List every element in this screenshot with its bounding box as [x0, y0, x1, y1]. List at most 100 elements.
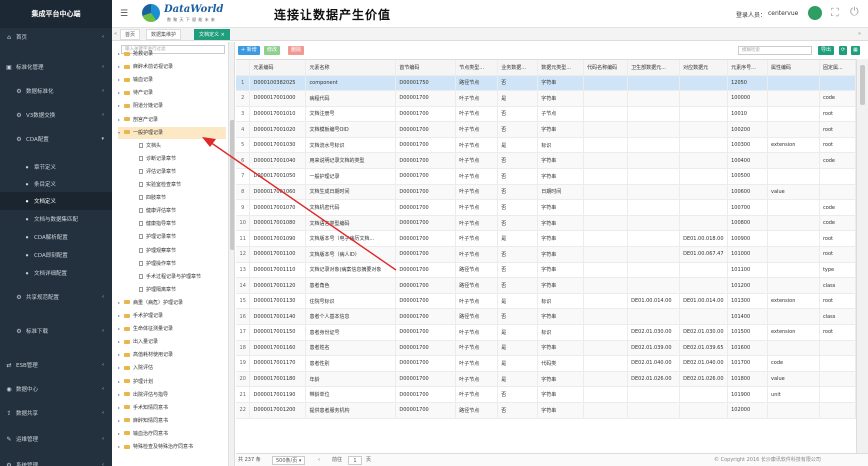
tab-prev-icon[interactable]: « — [114, 31, 117, 37]
sidebar-item-3[interactable]: ⚙ V3数据交换 ‹ — [0, 106, 112, 124]
table-row[interactable]: 4 D000017001020 文档模板编号OID D00001700 叶子节点否字符串… — [236, 121, 856, 138]
table-row[interactable]: 15 D000017001130 住院号标识 D00001700 叶子节点是标识 DE01… — [236, 293, 856, 310]
sidebar-item-7[interactable]: ● 文档定义 — [0, 192, 112, 210]
sidebar-item-14[interactable]: ⇄ ESB管理 ‹ — [0, 356, 112, 374]
column-header[interactable] — [236, 60, 251, 76]
table-row[interactable]: 12 D000017001100 文档版本号（病人ID） D00001700 叶子节点否… — [236, 246, 856, 263]
tree-node[interactable]: ▸ 输血记录 — [118, 74, 226, 86]
table-row[interactable]: 8 D000017001060 文档生成日期时间 D00001700 叶子节点否日期时间… — [236, 184, 856, 201]
menu-toggle-icon[interactable]: ☰ — [120, 9, 128, 19]
table-row[interactable]: 20 D000017001180 年龄 D00001700 叶子节点是字符串 DE02.0… — [236, 371, 856, 388]
prev-page-icon[interactable]: ‹ — [318, 454, 320, 466]
add-button[interactable]: + 新增 — [238, 46, 260, 55]
sidebar-item-18[interactable]: ⚙ 系统管理 ‹ — [0, 456, 112, 466]
tab-close-icon[interactable]: × — [221, 32, 225, 38]
tree-node[interactable]: ▸ 阴道分娩记录 — [118, 100, 226, 112]
page-size-select[interactable]: 500条/页 ▾ — [272, 456, 306, 465]
tree-node[interactable]: ▸ 护理计划 — [118, 376, 226, 388]
column-header[interactable]: 代码名称编码 — [583, 60, 629, 76]
tree-node[interactable]: 实验室检查章节 — [139, 179, 226, 191]
page-input[interactable]: 1 — [348, 456, 362, 465]
tree-node[interactable]: ▸ 出入量记录 — [118, 336, 226, 348]
table-row[interactable]: 11 D000017001090 文档版本号（电子病历文档... D00001700 叶… — [236, 230, 856, 248]
sidebar-item-15[interactable]: ◉ 数据中心 ‹ — [0, 380, 112, 398]
column-header[interactable]: 固定属... — [819, 60, 856, 76]
table-row[interactable]: 18 D000017001160 患者姓名 D00001700 叶子节点是字符串 DE02… — [236, 340, 856, 357]
sidebar-item-16[interactable]: ⇪ 数据共享 ‹ — [0, 404, 112, 422]
tree-scroll-thumb[interactable] — [230, 120, 234, 250]
table-row[interactable]: 21 D000017001190 带龄单位 D00001700 叶子节点否字符串 1019… — [236, 386, 856, 403]
tab-document-def[interactable]: 文档定义 × — [194, 29, 230, 40]
sidebar-item-1[interactable]: ▣ 标准化管理 ‹ — [0, 58, 112, 76]
tab-dataset[interactable]: 数据集维护 — [146, 29, 182, 40]
tree-node[interactable]: ▸ 入院评估 — [118, 362, 226, 374]
fullscreen-icon[interactable]: ⛶ — [831, 6, 839, 20]
refresh-button[interactable]: ⟳ — [839, 46, 848, 55]
tree-scrollbar[interactable] — [228, 42, 234, 466]
tree-node[interactable]: 护理记录章节 — [139, 231, 226, 243]
columns-button[interactable]: ▦ — [851, 46, 860, 55]
tree-node[interactable]: ▾ 一般护理记录 — [118, 126, 226, 139]
tree-node[interactable]: 诊断记录章节 — [139, 153, 226, 165]
sidebar-item-6[interactable]: ● 条目定义 — [0, 175, 112, 193]
tree-node[interactable]: 四肢章节 — [139, 192, 226, 204]
tree-node[interactable]: ▸ 特殊检查及特殊治疗同意书 — [118, 441, 226, 453]
grid-scroll-thumb[interactable] — [860, 65, 865, 105]
column-header[interactable]: 首节编码 — [395, 60, 457, 76]
tree-node[interactable]: ▸ 输血治疗同意书 — [118, 428, 226, 440]
tree-node[interactable]: ▸ 出院评估与指导 — [118, 389, 226, 401]
table-row[interactable]: 5 D000017001030 文档流水号标识 D00001700 叶子节点是标识 100… — [236, 137, 856, 154]
tab-next-icon[interactable]: » — [858, 31, 861, 37]
table-row[interactable]: 1 D000100382025 component D00001750 路径节点否字符串… — [236, 75, 856, 92]
table-row[interactable]: 3 D000017001010 文档注册号 D00001700 叶子节点否子节点 1001… — [236, 106, 856, 123]
export-button[interactable]: 导出 — [818, 46, 835, 55]
tree-node[interactable]: 文档头 — [139, 140, 226, 152]
tree-node[interactable]: ▸ 高值耗材使用记录 — [118, 349, 226, 361]
sidebar-item-11[interactable]: ● 文档详细配置 — [0, 264, 112, 282]
tree-node[interactable]: 评估记录章节 — [139, 166, 226, 178]
tree-node[interactable]: ▸ 待产记录 — [118, 87, 226, 99]
table-row[interactable]: 19 D000017001170 患者性别 D00001700 叶子节点是代码类 DE02… — [236, 355, 856, 372]
avatar[interactable] — [808, 6, 822, 20]
grid-scrollbar[interactable] — [856, 59, 868, 454]
edit-button[interactable]: 修改 — [264, 46, 281, 55]
table-row[interactable]: 9 D000017001070 文档机密代码 D00001700 叶子节点否字符串 100… — [236, 199, 856, 216]
tree-node[interactable]: ▸ 生命体征测量记录 — [118, 323, 226, 335]
column-header[interactable]: 元素序号... — [727, 60, 769, 76]
tree-node[interactable]: 护理隔离章节 — [139, 284, 226, 296]
sidebar-item-4[interactable]: ⚙ CDA配置 ▾ — [0, 130, 112, 148]
column-header[interactable]: 元素编码 — [249, 60, 307, 76]
tree-node[interactable]: ▸ 手术护理记录 — [118, 310, 226, 322]
column-header[interactable]: 对应数据元 — [679, 60, 729, 76]
tree-node[interactable]: ▸ 麻醉术前访视记录 — [118, 61, 226, 73]
tree-node[interactable]: ▸ 病重（病危）护理记录 — [118, 297, 226, 309]
tree-node[interactable]: 护理观察章节 — [139, 245, 226, 257]
tree-node[interactable]: ▸ 麻醉知情同意书 — [118, 415, 226, 427]
table-row[interactable]: 13 D000017001110 文档记录对象(病案信息摘要对象 D00001700 路… — [236, 262, 856, 279]
table-row[interactable]: 17 D000017001150 患者身份证号 D00001700 叶子节点是标识 DE0… — [236, 324, 856, 341]
table-row[interactable]: 22 D000017001200 提供患者服务机构 D00001700 路径节点否字符串… — [236, 402, 856, 419]
table-row[interactable]: 7 D000017001050 一般护理记录 D00001700 叶子节点否字符串 100… — [236, 168, 856, 185]
tree-node[interactable]: ▸ 抢救记录 — [118, 48, 226, 60]
column-header[interactable]: 数据元类型... — [537, 60, 585, 76]
sidebar-item-13[interactable]: ⚙ 标准下载 ‹ — [0, 322, 112, 340]
sidebar-item-9[interactable]: ● CDA解析配置 — [0, 228, 112, 246]
sidebar-item-10[interactable]: ● CDA即刻配置 — [0, 246, 112, 264]
sidebar-item-17[interactable]: ✎ 运维管理 ‹ — [0, 430, 112, 448]
table-row[interactable]: 14 D000017001120 患者角色 D00001700 路径节点否字符串 1012… — [236, 277, 856, 294]
sidebar-item-0[interactable]: ⌂ 首页 ‹ — [0, 28, 112, 46]
tree-node[interactable]: ▸ 手术知情同意书 — [118, 402, 226, 414]
delete-button[interactable]: 删除 — [288, 46, 305, 55]
table-row[interactable]: 16 D000017001140 患者个人基本信息 D00001700 路径节点否字符串… — [236, 308, 856, 325]
tree-node[interactable]: 手术过程记录与护理章节 — [139, 271, 226, 283]
table-row[interactable]: 2 D000017001000 病程代码 D00001700 叶子节点是字符串 10000… — [236, 90, 856, 107]
tree-node[interactable]: 护理操作章节 — [139, 258, 226, 270]
tab-home[interactable]: 首页 — [120, 29, 141, 40]
column-header[interactable]: 业务数据... — [497, 60, 539, 76]
tree-node[interactable]: 健康指导章节 — [139, 218, 226, 230]
grid-search-input[interactable]: 模糊检索 — [738, 46, 812, 55]
table-row[interactable]: 6 D000017001040 用来说明记录文档的类型 D00001700 叶子节点否字… — [236, 152, 856, 170]
column-header[interactable]: 属性编码 — [767, 60, 820, 76]
tree-node[interactable]: ▸ 剖宫产记录 — [118, 114, 226, 126]
power-icon[interactable]: ⏻ — [850, 5, 859, 19]
